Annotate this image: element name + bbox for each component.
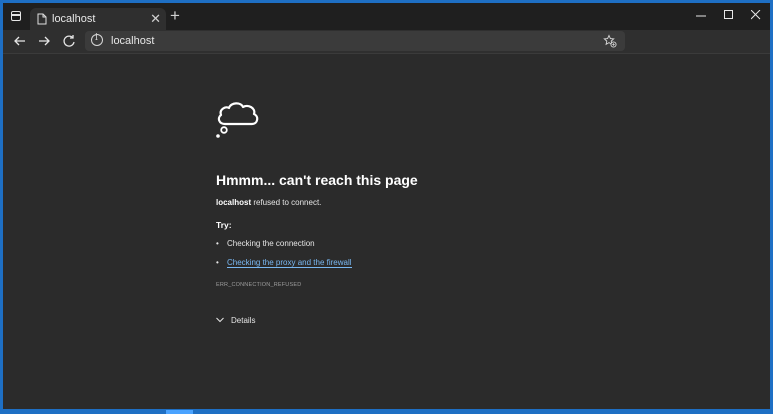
tab-title: localhost: [52, 13, 96, 25]
navigation-toolbar: localhost: [3, 30, 770, 54]
error-page: Hmmm... can't reach this page localhost …: [3, 54, 770, 409]
new-tab-button[interactable]: +: [170, 7, 180, 25]
info-icon[interactable]: [91, 33, 103, 46]
url-text[interactable]: localhost: [111, 35, 154, 47]
taskbar-edge: [0, 409, 773, 414]
back-button[interactable]: [11, 32, 29, 50]
host-name: localhost: [216, 198, 252, 207]
try-label: Try:: [216, 220, 232, 230]
minimize-icon[interactable]: [696, 11, 706, 21]
close-window-icon[interactable]: [751, 10, 761, 20]
message-suffix: refused to connect.: [251, 198, 322, 207]
maximize-icon[interactable]: [724, 10, 734, 20]
suggestion-text: Checking the connection: [227, 239, 315, 248]
refresh-button[interactable]: [60, 32, 78, 50]
forward-button[interactable]: [35, 32, 53, 50]
error-message: localhost refused to connect.: [216, 198, 321, 207]
close-tab-icon[interactable]: ✕: [150, 11, 161, 27]
tab-localhost[interactable]: localhost ✕: [30, 8, 166, 30]
tab-actions-icon[interactable]: [9, 9, 25, 25]
page-title: Hmmm... can't reach this page: [216, 172, 418, 188]
error-code: ERR_CONNECTION_REFUSED: [216, 282, 302, 288]
proxy-firewall-link[interactable]: Checking the proxy and the firewall: [227, 258, 352, 268]
title-bar: localhost ✕ +: [3, 3, 770, 30]
thought-cloud-icon: [216, 102, 259, 138]
page-favicon-icon: [37, 13, 47, 25]
address-bar[interactable]: localhost: [85, 31, 625, 51]
star-add-icon[interactable]: [603, 34, 617, 48]
details-label[interactable]: Details: [231, 316, 255, 325]
chevron-down-icon[interactable]: [216, 317, 224, 323]
browser-window: localhost ✕ + localhost: [3, 3, 770, 409]
